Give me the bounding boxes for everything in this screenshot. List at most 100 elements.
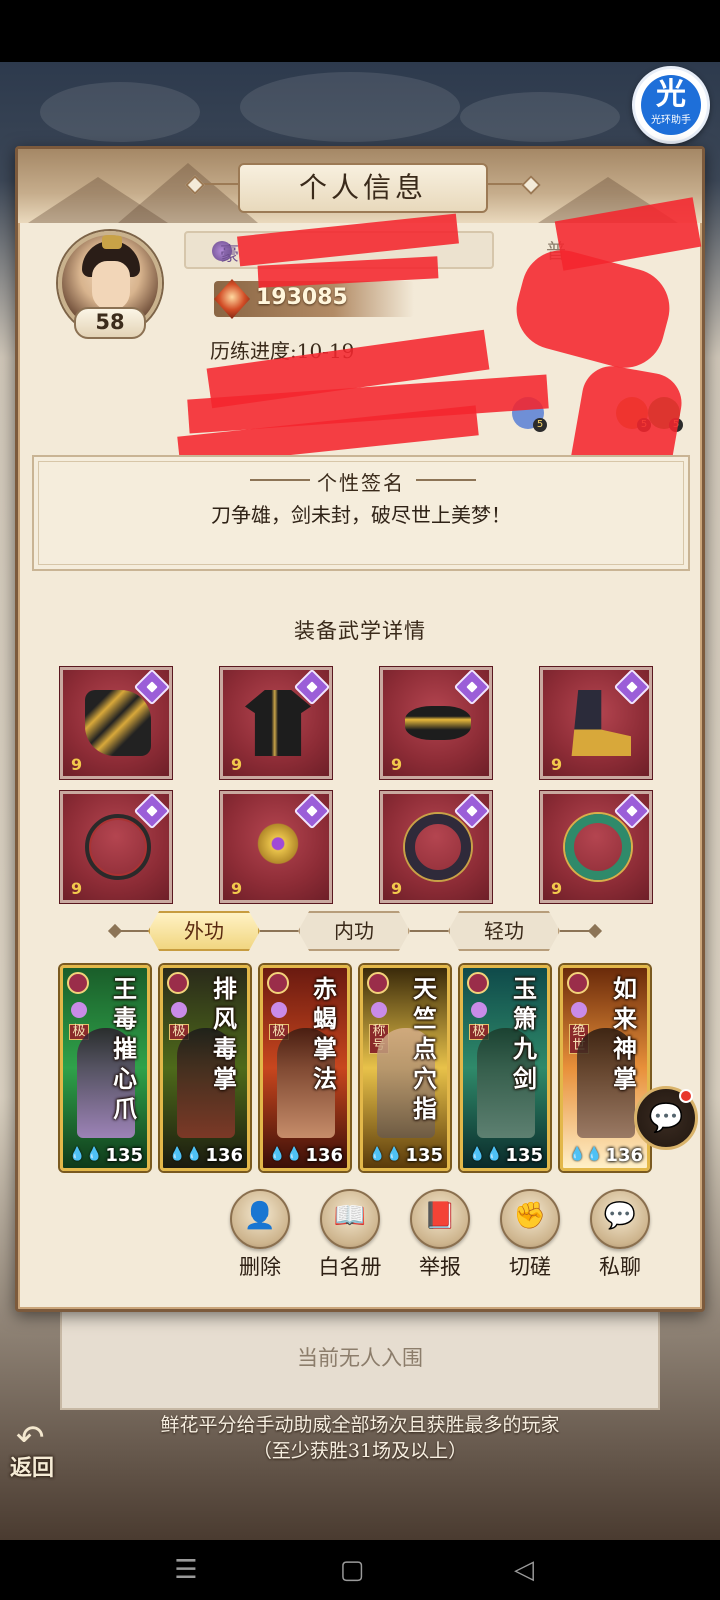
report-button[interactable]: 📕 举报 — [392, 1189, 488, 1289]
ranking-empty-text: 当前无人入围 — [297, 1346, 423, 1370]
equip-level: 9 — [391, 879, 403, 898]
gauntlet-icon — [85, 690, 151, 756]
skill-level: 136 — [305, 1145, 343, 1166]
moon-icon — [371, 1002, 387, 1018]
equip-level: 9 — [71, 879, 83, 898]
equip-level: 9 — [551, 879, 563, 898]
action-label: 私聊 — [599, 1255, 641, 1279]
skill-card[interactable]: 极 玉箫九剑 💧💧 135 — [460, 965, 550, 1171]
home-icon[interactable]: ▢ — [322, 1550, 382, 1590]
equip-slot-robe[interactable]: 9 — [220, 667, 332, 779]
title-ornament-left — [194, 183, 238, 185]
action-glyph: 💬 — [603, 1201, 637, 1231]
blacklist-book-icon: 📕 — [410, 1189, 470, 1249]
redaction-mark — [507, 241, 679, 377]
necklace-icon — [85, 814, 151, 880]
moon-icon — [71, 1002, 87, 1018]
action-glyph: 📖 — [333, 1201, 367, 1231]
skill-level: 136 — [205, 1145, 243, 1166]
tab-divider — [260, 930, 300, 932]
book-icon: 📖 — [320, 1189, 380, 1249]
tab-lightness[interactable]: 轻功 — [448, 911, 560, 951]
signature-divider-right — [416, 479, 476, 481]
belt-icon — [405, 706, 471, 740]
skill-name: 如来神掌 — [613, 974, 637, 1093]
upgrade-drops-icon: 💧💧 — [269, 1147, 304, 1162]
skill-card[interactable]: 极 排风毒掌 💧💧 136 — [160, 965, 250, 1171]
skill-card[interactable]: 极 赤蝎掌法 💧💧 136 — [260, 965, 350, 1171]
boots-icon — [571, 690, 631, 756]
skill-card[interactable]: 称号 天竺点穴指 💧💧 135 — [360, 965, 450, 1171]
moon-icon — [171, 1002, 187, 1018]
private-chat-button[interactable]: 💬 私聊 — [572, 1189, 668, 1289]
action-glyph: ✊ — [513, 1201, 547, 1231]
card-type-icon — [167, 972, 189, 994]
equip-slot-necklace[interactable]: 9 — [60, 791, 172, 903]
skill-name: 排风毒掌 — [213, 974, 237, 1093]
tab-internal[interactable]: 内功 — [298, 911, 410, 951]
spar-button[interactable]: ✊ 切磋 — [482, 1189, 578, 1289]
skill-name: 天竺点穴指 — [413, 974, 437, 1123]
upgrade-drops-icon: 💧💧 — [369, 1147, 404, 1162]
bracer-icon — [405, 814, 471, 880]
equip-slot-bracer[interactable]: 9 — [380, 791, 492, 903]
notification-dot — [679, 1089, 693, 1103]
equip-slot-boots[interactable]: 9 — [540, 667, 652, 779]
back-button[interactable]: ↶ 返回 — [6, 1418, 76, 1481]
skill-level: 136 — [605, 1145, 643, 1166]
back-icon[interactable]: ◁ — [494, 1550, 554, 1590]
card-type-icon — [67, 972, 89, 994]
recent-apps-icon[interactable]: ☰ — [156, 1550, 216, 1590]
moon-icon — [471, 1002, 487, 1018]
equip-slot-gauntlet[interactable]: 9 — [60, 667, 172, 779]
power-gem-icon — [214, 279, 250, 319]
equip-level: 9 — [231, 879, 243, 898]
chat-bubble-icon: 💬 — [590, 1189, 650, 1249]
equip-level: 9 — [391, 755, 403, 774]
ring-icon — [565, 814, 631, 880]
moon-icon — [271, 1002, 287, 1018]
whitelist-button[interactable]: 📖 白名册 — [302, 1189, 398, 1289]
skill-name: 王毒摧心爪 — [113, 974, 137, 1123]
upgrade-drops-icon: 💧💧 — [569, 1147, 604, 1162]
floating-chat-button[interactable]: 💬 — [634, 1086, 698, 1150]
upgrade-drops-icon: 💧💧 — [69, 1147, 104, 1162]
skill-level: 135 — [505, 1145, 543, 1166]
tab-external[interactable]: 外功 — [148, 911, 260, 951]
skill-card[interactable]: 极 王毒摧心爪 💧💧 135 — [60, 965, 150, 1171]
equipment-section-title: 装备武学详情 — [294, 619, 426, 643]
equip-level: 9 — [231, 755, 243, 774]
upgrade-drops-icon: 💧💧 — [469, 1147, 504, 1162]
equip-slot-ring[interactable]: 9 — [540, 791, 652, 903]
signature-title: 个性签名 — [317, 471, 405, 495]
card-type-icon — [367, 972, 389, 994]
skill-level: 135 — [405, 1145, 443, 1166]
robe-icon — [245, 690, 311, 756]
tab-divider — [560, 930, 590, 932]
skill-name: 玉箫九剑 — [513, 974, 537, 1093]
combat-power: 193085 — [214, 279, 414, 319]
card-type-icon — [467, 972, 489, 994]
moon-icon — [571, 1002, 587, 1018]
equip-slot-belt[interactable]: 9 — [380, 667, 492, 779]
skill-icon-a-level: 5 — [533, 418, 547, 432]
rarity-diamond-icon — [453, 668, 491, 706]
action-label: 白名册 — [318, 1255, 382, 1279]
action-glyph: 👤 — [243, 1201, 277, 1231]
ranking-board: 当前无人入围 — [60, 1310, 660, 1410]
equip-slot-hairpin[interactable]: 9 — [220, 791, 332, 903]
system-nav-bar: ☰ ▢ ◁ — [0, 1540, 720, 1600]
action-label: 切磋 — [509, 1255, 551, 1279]
player-name: 豪 — [220, 243, 240, 265]
assistant-label: 光环助手 — [651, 115, 691, 126]
skill-name: 赤蝎掌法 — [313, 974, 337, 1093]
profile-dialog: 个人信息 58 豪 193085 历练进度:10-19 普 5 5 5 个性签名… — [15, 146, 705, 1312]
skill-card[interactable]: 绝世 如来神掌 💧💧 136 — [560, 965, 650, 1171]
combat-power-value: 193085 — [256, 285, 348, 310]
delete-button[interactable]: 👤 删除 — [212, 1189, 308, 1289]
flower-notice: 鲜花平分给手动助威全部场次且获胜最多的玩家（至少获胜31场及以上） — [160, 1414, 560, 1462]
title-ornament-right — [488, 183, 532, 185]
tab-divider — [120, 930, 150, 932]
action-label: 删除 — [239, 1255, 281, 1279]
assistant-badge[interactable]: 光 光环助手 — [632, 66, 710, 144]
